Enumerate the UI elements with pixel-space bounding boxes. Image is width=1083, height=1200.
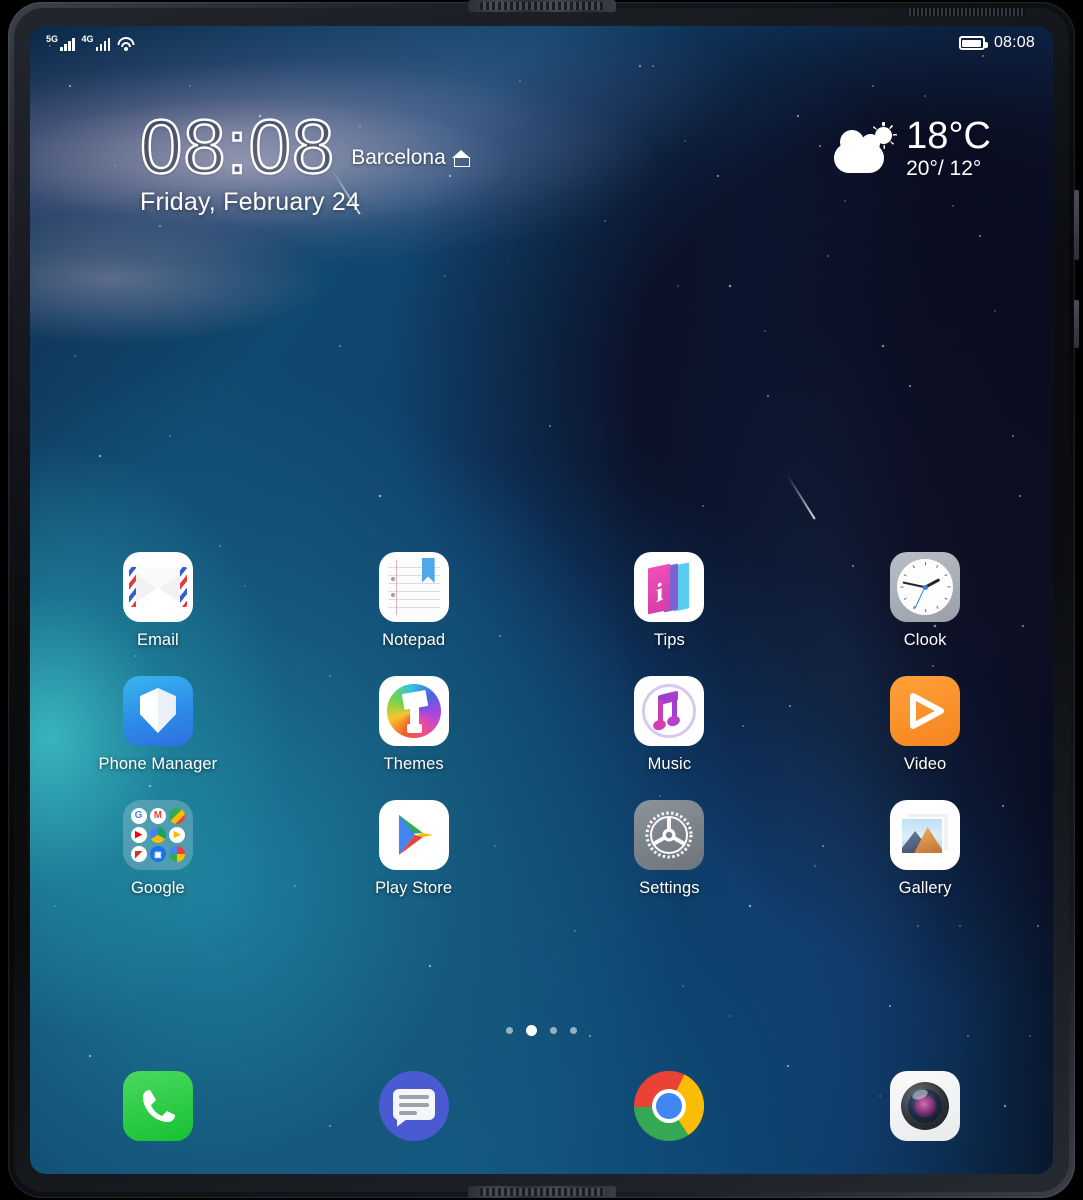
- mini-icon-gmail: M: [149, 807, 166, 824]
- clock-widget-top-row: 08:08 Barcelona: [139, 105, 471, 190]
- clock-widget-city-label: Barcelona: [351, 146, 446, 169]
- signal-4g: 4G: [82, 35, 111, 51]
- speaker-grille: [907, 8, 1025, 16]
- tips-icon: i: [634, 552, 705, 622]
- app-label: Google: [130, 879, 185, 897]
- hinge-bottom: [467, 1186, 616, 1198]
- app-label: Themes: [383, 755, 444, 773]
- google-folder-icon: G M ▶ ▶ ◤ ▣: [122, 800, 193, 870]
- app-clock[interactable]: Clook: [797, 552, 1053, 650]
- shield-icon: [122, 676, 193, 746]
- dock-app-chrome[interactable]: [542, 1071, 798, 1141]
- video-play-icon: [890, 676, 961, 746]
- mini-icon-drive: [149, 826, 166, 843]
- notepad-icon: [378, 552, 449, 622]
- app-themes[interactable]: Themes: [286, 676, 542, 774]
- page-indicator[interactable]: [30, 1025, 1053, 1036]
- app-settings[interactable]: Settings: [542, 800, 798, 898]
- signal-5g: 5G: [46, 35, 75, 51]
- themes-paintbrush-icon: [378, 676, 449, 746]
- volume-button[interactable]: [1074, 300, 1079, 348]
- dock-app-camera[interactable]: [797, 1071, 1053, 1141]
- device-frame: 5G 4G 08:08 08:08 Barcelona Friday, Febr…: [0, 0, 1083, 1200]
- app-gallery[interactable]: Gallery: [797, 800, 1053, 898]
- battery-icon: [958, 36, 988, 50]
- dock-app-phone[interactable]: [30, 1071, 286, 1141]
- clock-widget-city: Barcelona: [351, 146, 471, 170]
- app-label: Email: [136, 631, 179, 649]
- app-notepad[interactable]: Notepad: [286, 552, 542, 650]
- mini-icon-youtube: ▶: [130, 826, 147, 843]
- weather-range: 20°/ 12°: [906, 157, 982, 180]
- weather-text: 18°C 20°/ 12°: [906, 115, 991, 181]
- page-dot-3[interactable]: [550, 1027, 557, 1034]
- dock: [30, 1071, 1053, 1141]
- app-label: Music: [647, 755, 692, 773]
- status-bar-time: 08:08: [993, 34, 1035, 51]
- message-bubble-icon: [378, 1071, 449, 1141]
- app-label: Settings: [639, 879, 700, 897]
- status-bar-right: 08:08: [958, 34, 1035, 52]
- page-dot-1[interactable]: [506, 1027, 513, 1034]
- mini-icon-photos: [169, 846, 186, 863]
- clock-widget-date: Friday, February 24: [140, 188, 361, 216]
- app-folder-google[interactable]: G M ▶ ▶ ◤ ▣ Google: [30, 800, 286, 898]
- signal-4g-label: 4G: [81, 34, 94, 44]
- app-label: Video: [903, 755, 947, 773]
- mini-icon-news: ◤: [130, 846, 147, 863]
- app-tips[interactable]: i Tips: [542, 552, 798, 650]
- app-label: Clook: [903, 631, 947, 649]
- clock-icon: [890, 552, 961, 622]
- mini-icon-play: ▶: [169, 826, 186, 843]
- mini-icon-maps: [169, 807, 186, 824]
- camera-lens-icon: [890, 1071, 961, 1141]
- phone-handset-icon: [122, 1071, 193, 1141]
- app-label: Play Store: [375, 879, 453, 897]
- mini-icon-meet: ▣: [149, 846, 166, 863]
- app-label: Tips: [653, 631, 685, 649]
- partly-cloudy-icon: [834, 125, 896, 175]
- signal-4g-bars: [95, 37, 111, 51]
- play-store-icon: [378, 800, 449, 870]
- page-dot-4[interactable]: [570, 1027, 577, 1034]
- power-button[interactable]: [1074, 190, 1079, 260]
- status-bar: 5G 4G 08:08: [30, 26, 1053, 60]
- music-note-icon: [634, 676, 705, 746]
- clock-widget[interactable]: 08:08 Barcelona Friday, February 24: [139, 105, 471, 217]
- email-icon: [122, 552, 193, 622]
- app-grid: Email Notepad i Tips Clook Phone Manager…: [30, 552, 1053, 898]
- dock-app-messages[interactable]: [286, 1071, 542, 1141]
- app-label: Phone Manager: [98, 755, 218, 773]
- app-music[interactable]: Music: [542, 676, 798, 774]
- chrome-icon: [634, 1071, 705, 1141]
- weather-widget[interactable]: 18°C 20°/ 12°: [834, 115, 991, 181]
- gallery-photo-icon: [890, 800, 961, 870]
- app-video[interactable]: Video: [797, 676, 1053, 774]
- hinge-top: [467, 0, 616, 12]
- app-email[interactable]: Email: [30, 552, 286, 650]
- clock-widget-time: 08:08: [139, 105, 336, 190]
- signal-5g-bars: [60, 37, 75, 51]
- phone-screen: 5G 4G 08:08 08:08 Barcelona Friday, Febr…: [30, 26, 1053, 1174]
- signal-5g-label: 5G: [46, 34, 59, 44]
- home-icon: [451, 149, 471, 167]
- app-label: Gallery: [898, 879, 952, 897]
- page-dot-2[interactable]: [526, 1025, 537, 1036]
- gear-icon: [634, 800, 705, 870]
- status-bar-left: 5G 4G: [46, 35, 135, 51]
- mini-icon-google-search: G: [130, 807, 147, 824]
- weather-temperature: 18°C: [906, 115, 991, 157]
- app-play-store[interactable]: Play Store: [286, 800, 542, 898]
- app-phone-manager[interactable]: Phone Manager: [30, 676, 286, 774]
- wifi-icon: [117, 37, 135, 51]
- app-label: Notepad: [382, 631, 446, 649]
